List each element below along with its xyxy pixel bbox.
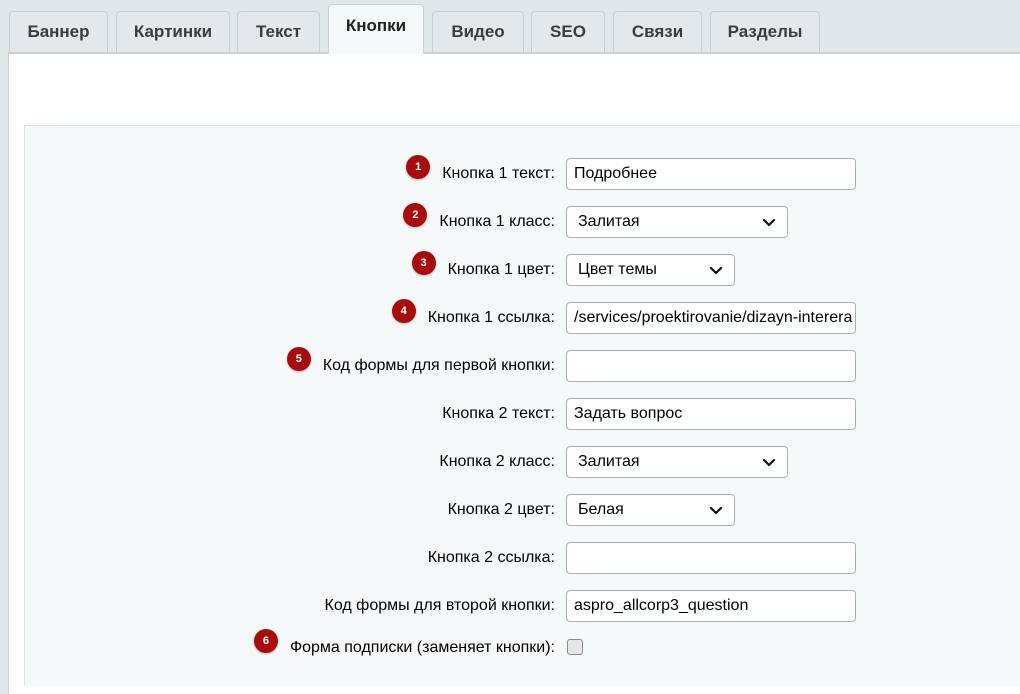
field-label: Кнопка 2 текст: (442, 397, 555, 431)
button2-link-input[interactable] (566, 542, 856, 574)
row-button1-text: 1 Кнопка 1 текст: Подробнее (1, 155, 1020, 197)
selected-value: Залитая (578, 213, 640, 230)
row-button1-form-code: 5 Код формы для первой кнопки: (1, 347, 1020, 389)
field-label: Кнопка 2 цвет: (448, 493, 555, 527)
button2-class-select[interactable]: Залитая (566, 446, 788, 478)
field-label: 4 Кнопка 1 ссылка: (391, 299, 555, 335)
chevron-down-icon (709, 266, 723, 275)
label-text: Код формы для второй кнопки: (324, 597, 556, 614)
row-button2-form-code: Код формы для второй кнопки: aspro_allco… (1, 589, 1020, 629)
row-button1-link: 4 Кнопка 1 ссылка: /services/proektirova… (1, 299, 1020, 341)
field-label: 3 Кнопка 1 цвет: (411, 251, 555, 287)
row-button1-class: 2 Кнопка 1 класс: Залитая (1, 203, 1020, 245)
row-button2-class: Кнопка 2 класс: Залитая (1, 445, 1020, 485)
label-text: Код формы для первой кнопки: (322, 357, 555, 374)
field-label: Код формы для второй кнопки: (325, 589, 556, 623)
label-text: Кнопка 2 текст: (442, 405, 555, 422)
tab-buttons[interactable]: Кнопки (328, 4, 424, 54)
button2-form-code-input[interactable]: aspro_allcorp3_question (566, 590, 856, 622)
chevron-down-icon (709, 506, 723, 515)
step-badge: 6 (253, 629, 278, 653)
button1-link-input[interactable]: /services/proektirovanie/dizayn-interera (566, 302, 856, 334)
row-subscribe-form: 6 Форма подписки (заменяет кнопки): (1, 629, 1020, 671)
button1-class-select[interactable]: Залитая (566, 206, 788, 238)
step-badge: 3 (411, 251, 436, 275)
label-text: Кнопка 1 ссылка: (427, 309, 555, 326)
button1-text-input[interactable]: Подробнее (566, 158, 856, 190)
label-text: Кнопка 2 цвет: (447, 501, 555, 518)
field-label: Кнопка 2 класс: (439, 445, 555, 479)
label-text: Кнопка 2 ссылка: (427, 549, 555, 566)
chevron-down-icon (762, 458, 776, 467)
label-text: Кнопка 1 класс: (439, 213, 555, 230)
button2-color-select[interactable]: Белая (566, 494, 735, 526)
subscribe-form-checkbox[interactable] (567, 639, 583, 655)
row-button1-color: 3 Кнопка 1 цвет: Цвет темы (1, 251, 1020, 293)
selected-value: Белая (578, 501, 624, 518)
field-label: Кнопка 2 ссылка: (428, 541, 555, 575)
field-label: 6 Форма подписки (заменяет кнопки): (253, 629, 555, 665)
selected-value: Цвет темы (578, 261, 657, 278)
label-text: Кнопка 1 цвет: (447, 261, 555, 278)
label-text: Кнопка 2 класс: (439, 453, 555, 470)
step-badge: 4 (391, 299, 416, 323)
label-text: Форма подписки (заменяет кнопки): (289, 639, 555, 656)
label-text: Кнопка 1 текст: (442, 165, 555, 182)
chevron-down-icon (762, 218, 776, 227)
form-area: 1 Кнопка 1 текст: Подробнее 2 Кнопка 1 к… (24, 125, 1020, 686)
row-button2-link: Кнопка 2 ссылка: (1, 541, 1020, 581)
button1-form-code-input[interactable] (566, 350, 856, 382)
row-button2-text: Кнопка 2 текст: Задать вопрос (1, 397, 1020, 437)
row-button2-color: Кнопка 2 цвет: Белая (1, 493, 1020, 533)
selected-value: Залитая (578, 453, 640, 470)
field-label: 2 Кнопка 1 класс: (403, 203, 555, 239)
step-badge: 5 (286, 347, 311, 371)
button2-text-input[interactable]: Задать вопрос (566, 398, 856, 430)
field-label: 1 Кнопка 1 текст: (406, 155, 555, 191)
step-badge: 2 (403, 203, 428, 227)
step-badge: 1 (406, 155, 431, 179)
button1-color-select[interactable]: Цвет темы (566, 254, 735, 286)
field-label: 5 Код формы для первой кнопки: (286, 347, 555, 383)
